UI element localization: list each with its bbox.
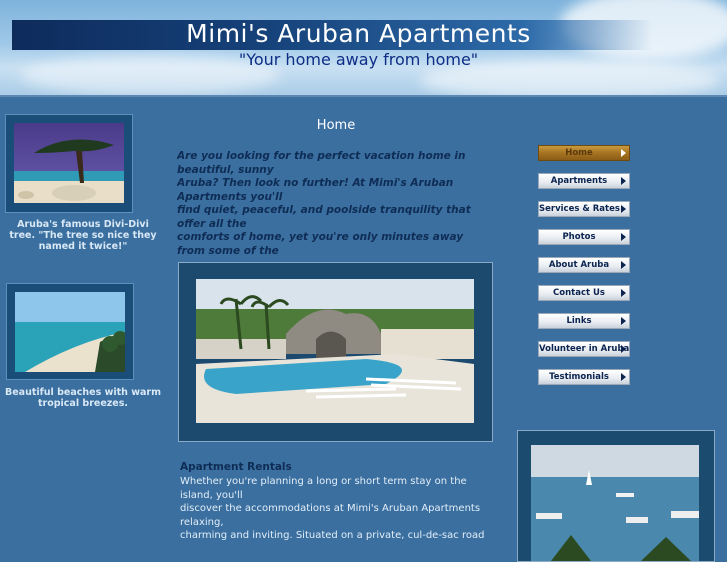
apartment-rentals-text: Whether you're planning a long or short … bbox=[180, 475, 495, 543]
nav-home-button[interactable]: Home bbox=[538, 145, 630, 161]
apartment-rentals-heading: Apartment Rentals bbox=[180, 461, 292, 473]
nav-services-rates-button[interactable]: Services & Rates bbox=[538, 201, 630, 217]
arrow-right-icon bbox=[621, 205, 626, 213]
nav-links-button[interactable]: Links bbox=[538, 313, 630, 329]
arrow-right-icon bbox=[621, 289, 626, 297]
page-title: Home bbox=[316, 118, 356, 133]
arrow-right-icon bbox=[621, 177, 626, 185]
nav-contact-us-button[interactable]: Contact Us bbox=[538, 285, 630, 301]
nav-label: Photos bbox=[562, 232, 596, 242]
divi-tree-photo-frame bbox=[5, 114, 133, 213]
site-header: Mimi's Aruban Apartments "Your home away… bbox=[0, 0, 727, 97]
nav-apartments-button[interactable]: Apartments bbox=[538, 173, 630, 189]
site-tagline: "Your home away from home" bbox=[238, 50, 479, 69]
arrow-right-icon bbox=[621, 233, 626, 241]
intro-line: Are you looking for the perfect vacation… bbox=[177, 150, 466, 176]
main-navigation: Home Apartments Services & Rates Photos … bbox=[538, 145, 630, 397]
intro-line: comforts of home, yet you're only minute… bbox=[177, 231, 464, 257]
arrow-right-icon bbox=[621, 261, 626, 269]
arrow-right-icon bbox=[621, 373, 626, 381]
rentals-line: discover the accommodations at Mimi's Ar… bbox=[180, 503, 481, 528]
harbor-photo-frame bbox=[517, 430, 715, 562]
rentals-line: charming and inviting. Situated on a pri… bbox=[180, 530, 485, 541]
nav-volunteer-button[interactable]: Volunteer in Aruba bbox=[538, 341, 630, 357]
nav-label: About Aruba bbox=[548, 260, 610, 270]
beach-caption: Beautiful beaches with warm tropical bre… bbox=[5, 387, 161, 409]
nav-label: Services & Rates bbox=[539, 204, 620, 214]
nav-photos-button[interactable]: Photos bbox=[538, 229, 630, 245]
arrow-right-icon bbox=[621, 149, 626, 157]
nav-label: Contact Us bbox=[553, 288, 605, 298]
rentals-line: Whether you're planning a long or short … bbox=[180, 476, 467, 501]
intro-line: find quiet, peaceful, and poolside tranq… bbox=[177, 204, 471, 230]
beach-photo-frame bbox=[6, 283, 134, 380]
nav-testimonials-button[interactable]: Testimonials bbox=[538, 369, 630, 385]
divi-tree-caption: Aruba's famous Divi-Divi tree. "The tree… bbox=[9, 219, 157, 252]
nav-label: Links bbox=[566, 316, 592, 326]
nav-about-aruba-button[interactable]: About Aruba bbox=[538, 257, 630, 273]
nav-label: Testimonials bbox=[549, 372, 609, 382]
nav-label: Apartments bbox=[550, 176, 608, 186]
intro-line: Aruba? Then look no further! At Mimi's A… bbox=[177, 177, 454, 203]
header-divider bbox=[0, 95, 727, 97]
arrow-right-icon bbox=[621, 345, 626, 353]
nav-label: Home bbox=[565, 148, 593, 158]
pool-photo-frame bbox=[178, 262, 493, 442]
beach-photo bbox=[15, 292, 125, 372]
nav-label: Volunteer in Aruba bbox=[539, 344, 629, 354]
harbor-photo bbox=[531, 445, 699, 561]
site-title: Mimi's Aruban Apartments bbox=[186, 19, 531, 48]
arrow-right-icon bbox=[621, 317, 626, 325]
divi-divi-tree-photo bbox=[14, 123, 124, 203]
pool-photo bbox=[196, 279, 474, 423]
